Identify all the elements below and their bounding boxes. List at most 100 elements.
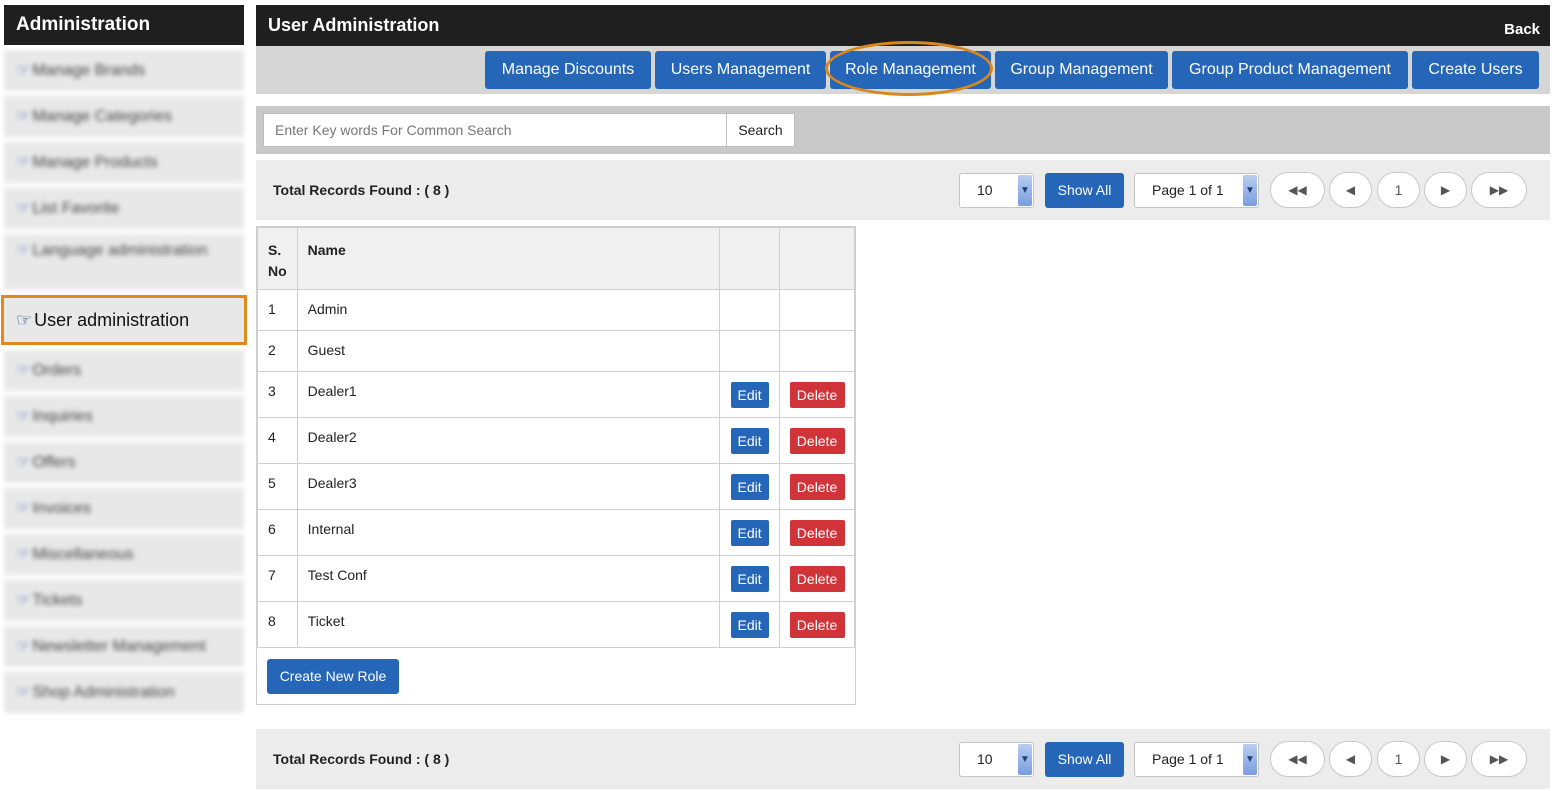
table-row: 6 Internal Edit Delete	[257, 509, 855, 556]
first-page-button[interactable]: ◀◀	[1270, 741, 1325, 777]
pointing-hand-icon: ☞	[16, 408, 31, 425]
sidebar-item-list-favorite[interactable]: ☞ List Favorite	[4, 188, 244, 229]
sidebar-item-manage-categories[interactable]: ☞ Manage Categories	[4, 96, 244, 137]
sidebar-item-label: Manage Categories	[32, 108, 172, 125]
sidebar-item-invoices[interactable]: ☞ Invoices	[4, 488, 244, 529]
tab-users-management[interactable]: Users Management	[655, 51, 826, 89]
page-title: User Administration	[268, 15, 440, 35]
next-page-button[interactable]: ▶	[1424, 741, 1467, 777]
sidebar-item-offers[interactable]: ☞ Offers	[4, 442, 244, 483]
next-page-button[interactable]: ▶	[1424, 172, 1467, 208]
row-name: Internal	[296, 509, 721, 556]
search-input[interactable]	[263, 113, 727, 147]
sidebar-item-newsletter-management[interactable]: ☞ Newsletter Management	[4, 626, 244, 667]
sidebar-item-label: Language administration	[32, 242, 208, 259]
sidebar-item-shop-administration[interactable]: ☞ Shop Administration	[4, 672, 244, 713]
tab-role-management[interactable]: Role Management	[830, 51, 991, 89]
page-size-select[interactable]: 10 ▼	[959, 742, 1034, 777]
roles-table-panel: S. No Name 1 Admin 2 Guest 3 Dealer1 Edi…	[256, 226, 856, 705]
page-size-value: 10	[977, 751, 993, 767]
main-header: User Administration Back	[256, 5, 1550, 46]
caret-down-icon: ▼	[1018, 744, 1032, 775]
edit-button[interactable]: Edit	[730, 474, 769, 500]
row-name: Admin	[296, 289, 721, 331]
first-page-button[interactable]: ◀◀	[1270, 172, 1325, 208]
search-button[interactable]: Search	[726, 113, 795, 147]
tab-group-product-management[interactable]: Group Product Management	[1172, 51, 1408, 89]
page-number-button[interactable]: 1	[1377, 172, 1420, 208]
sidebar-item-label: List Favorite	[32, 200, 120, 217]
search-bar: Search	[256, 106, 1550, 154]
caret-down-icon: ▼	[1018, 175, 1032, 206]
caret-down-icon: ▼	[1243, 175, 1257, 206]
sidebar-item-inquiries[interactable]: ☞ Inquiries	[4, 396, 244, 437]
sidebar-item-label: Shop Administration	[32, 684, 175, 701]
column-header-name: Name	[296, 227, 721, 290]
sidebar-item-label: Inquiries	[32, 408, 93, 425]
tab-manage-discounts[interactable]: Manage Discounts	[485, 51, 651, 89]
create-new-role-button[interactable]: Create New Role	[267, 659, 399, 694]
pager-top: Total Records Found : ( 8 ) 10 ▼ Show Al…	[256, 160, 1550, 220]
page-size-select[interactable]: 10 ▼	[959, 173, 1034, 208]
sidebar-item-language-administration[interactable]: ☞ Language administration	[4, 234, 244, 290]
last-page-button[interactable]: ▶▶	[1471, 172, 1527, 208]
pointing-hand-icon: ☞	[16, 154, 31, 171]
page-select-value: Page 1 of 1	[1152, 751, 1224, 767]
table-row: 7 Test Conf Edit Delete	[257, 555, 855, 602]
records-count: Total Records Found : ( 8 )	[273, 751, 450, 767]
pointing-hand-icon: ☞	[16, 638, 31, 655]
sidebar-item-user-administration[interactable]: ☞ User administration	[1, 295, 247, 345]
edit-button[interactable]: Edit	[730, 520, 769, 546]
row-name: Guest	[296, 330, 721, 372]
last-page-button[interactable]: ▶▶	[1471, 741, 1527, 777]
sidebar-item-manage-products[interactable]: ☞ Manage Products	[4, 142, 244, 183]
sidebar-item-label: Manage Brands	[32, 62, 146, 79]
tab-create-users[interactable]: Create Users	[1412, 51, 1539, 89]
show-all-button[interactable]: Show All	[1045, 173, 1124, 208]
delete-button[interactable]: Delete	[789, 428, 845, 454]
delete-button[interactable]: Delete	[789, 382, 845, 408]
sidebar-item-label: Invoices	[32, 500, 92, 517]
row-sno: 7	[257, 555, 298, 602]
sidebar-item-label: User administration	[34, 310, 190, 330]
sidebar-item-orders[interactable]: ☞ Orders	[4, 350, 244, 391]
delete-button[interactable]: Delete	[789, 566, 845, 592]
table-row: 8 Ticket Edit Delete	[257, 601, 855, 648]
page-number-button[interactable]: 1	[1377, 741, 1420, 777]
page-select[interactable]: Page 1 of 1 ▼	[1134, 742, 1259, 777]
tab-group-management[interactable]: Group Management	[995, 51, 1168, 89]
sidebar-item-label: Newsletter Management	[32, 638, 206, 655]
prev-page-button[interactable]: ◀	[1329, 741, 1372, 777]
edit-button[interactable]: Edit	[730, 566, 769, 592]
table-row: 5 Dealer3 Edit Delete	[257, 463, 855, 510]
row-name: Ticket	[296, 601, 721, 648]
back-link[interactable]: Back	[1504, 9, 1540, 50]
page-select-value: Page 1 of 1	[1152, 182, 1224, 198]
pointing-hand-icon: ☞	[16, 362, 31, 379]
column-header-edit	[719, 227, 781, 290]
delete-button[interactable]: Delete	[789, 474, 845, 500]
sidebar-item-manage-brands[interactable]: ☞ Manage Brands	[4, 50, 244, 91]
caret-down-icon: ▼	[1243, 744, 1257, 775]
delete-button[interactable]: Delete	[789, 612, 845, 638]
sidebar: Administration ☞ Manage Brands ☞ Manage Ca…	[1, 5, 247, 713]
sidebar-item-tickets[interactable]: ☞ Tickets	[4, 580, 244, 621]
column-header-sno: S. No	[257, 227, 298, 290]
pointing-hand-icon: ☞	[16, 592, 31, 609]
edit-button[interactable]: Edit	[730, 612, 769, 638]
tab-bar: Manage Discounts Users Management Role M…	[256, 46, 1550, 94]
table-row: 2 Guest	[257, 330, 855, 372]
show-all-button[interactable]: Show All	[1045, 742, 1124, 777]
sidebar-item-miscellaneous[interactable]: ☞ Miscellaneous	[4, 534, 244, 575]
page-select[interactable]: Page 1 of 1 ▼	[1134, 173, 1259, 208]
prev-page-button[interactable]: ◀	[1329, 172, 1372, 208]
edit-button[interactable]: Edit	[730, 382, 769, 408]
pointing-hand-icon: ☞	[16, 62, 31, 79]
pager-bottom: Total Records Found : ( 8 ) 10 ▼ Show Al…	[256, 729, 1550, 789]
pointing-hand-icon: ☞	[16, 310, 33, 330]
column-header-delete	[779, 227, 855, 290]
row-sno: 6	[257, 509, 298, 556]
sidebar-item-label: Offers	[32, 454, 76, 471]
edit-button[interactable]: Edit	[730, 428, 769, 454]
delete-button[interactable]: Delete	[789, 520, 845, 546]
